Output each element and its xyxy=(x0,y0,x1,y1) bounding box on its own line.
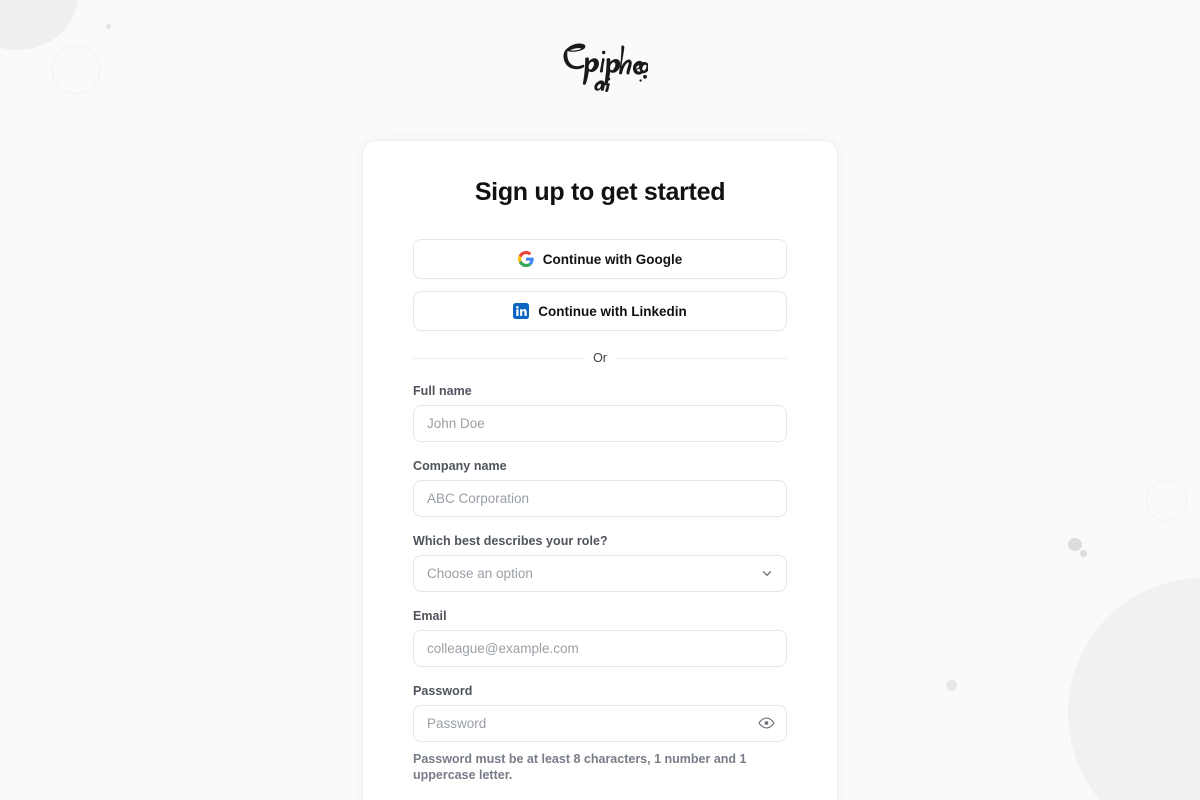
email-label: Email xyxy=(413,608,447,623)
password-input[interactable] xyxy=(413,704,787,742)
or-divider: Or xyxy=(413,351,788,365)
company-name-input-wrap xyxy=(413,479,787,517)
password-label: Password xyxy=(413,683,473,698)
google-icon xyxy=(517,251,534,267)
decorative-dot-top-left xyxy=(106,24,111,29)
decorative-circle-bottom-right xyxy=(1068,578,1200,800)
divider-line-left xyxy=(413,357,584,359)
field-email: Email xyxy=(413,609,787,667)
continue-with-google-button[interactable]: Continue with Google xyxy=(413,239,787,279)
brand-logo[interactable] xyxy=(0,34,1200,96)
field-full-name: Full name xyxy=(413,384,787,442)
field-role: Which best describes your role? Choose a… xyxy=(413,534,787,592)
full-name-label: Full name xyxy=(413,383,472,398)
full-name-input-wrap xyxy=(413,404,787,442)
role-select-value: Choose an option xyxy=(427,565,533,581)
company-name-input[interactable] xyxy=(413,479,787,517)
full-name-input[interactable] xyxy=(413,404,787,442)
epipheo-script-logo xyxy=(563,43,648,92)
decorative-dot-bottom-right-large xyxy=(1068,538,1082,551)
decorative-ring-bottom-right xyxy=(1146,480,1187,521)
field-password: Password Password must be at least 8 cha… xyxy=(413,684,787,784)
role-label: Which best describes your role? xyxy=(413,533,608,548)
email-input-wrap xyxy=(413,629,787,667)
divider-label: Or xyxy=(593,351,607,365)
continue-with-linkedin-button[interactable]: Continue with Linkedin xyxy=(413,291,787,331)
linkedin-icon xyxy=(513,303,530,319)
decorative-dot-bottom-right-small xyxy=(1080,550,1087,557)
password-hint: Password must be at least 8 characters, … xyxy=(413,751,747,783)
signup-page: Sign up to get started Continue with Goo… xyxy=(0,0,1200,800)
company-name-label: Company name xyxy=(413,458,507,473)
eye-icon[interactable] xyxy=(758,715,775,732)
divider-line-right xyxy=(616,357,788,359)
role-select[interactable]: Choose an option xyxy=(413,554,787,592)
continue-with-linkedin-label: Continue with Linkedin xyxy=(538,303,687,319)
email-input[interactable] xyxy=(413,629,787,667)
password-input-wrap xyxy=(413,704,787,742)
page-title: Sign up to get started xyxy=(474,178,726,206)
role-select-wrap: Choose an option xyxy=(413,554,787,592)
field-company-name: Company name xyxy=(413,459,787,517)
signup-card: Sign up to get started Continue with Goo… xyxy=(362,140,838,800)
continue-with-google-label: Continue with Google xyxy=(542,251,683,267)
decorative-dot-bottom-center xyxy=(946,680,957,691)
chevron-down-icon[interactable] xyxy=(758,565,775,582)
